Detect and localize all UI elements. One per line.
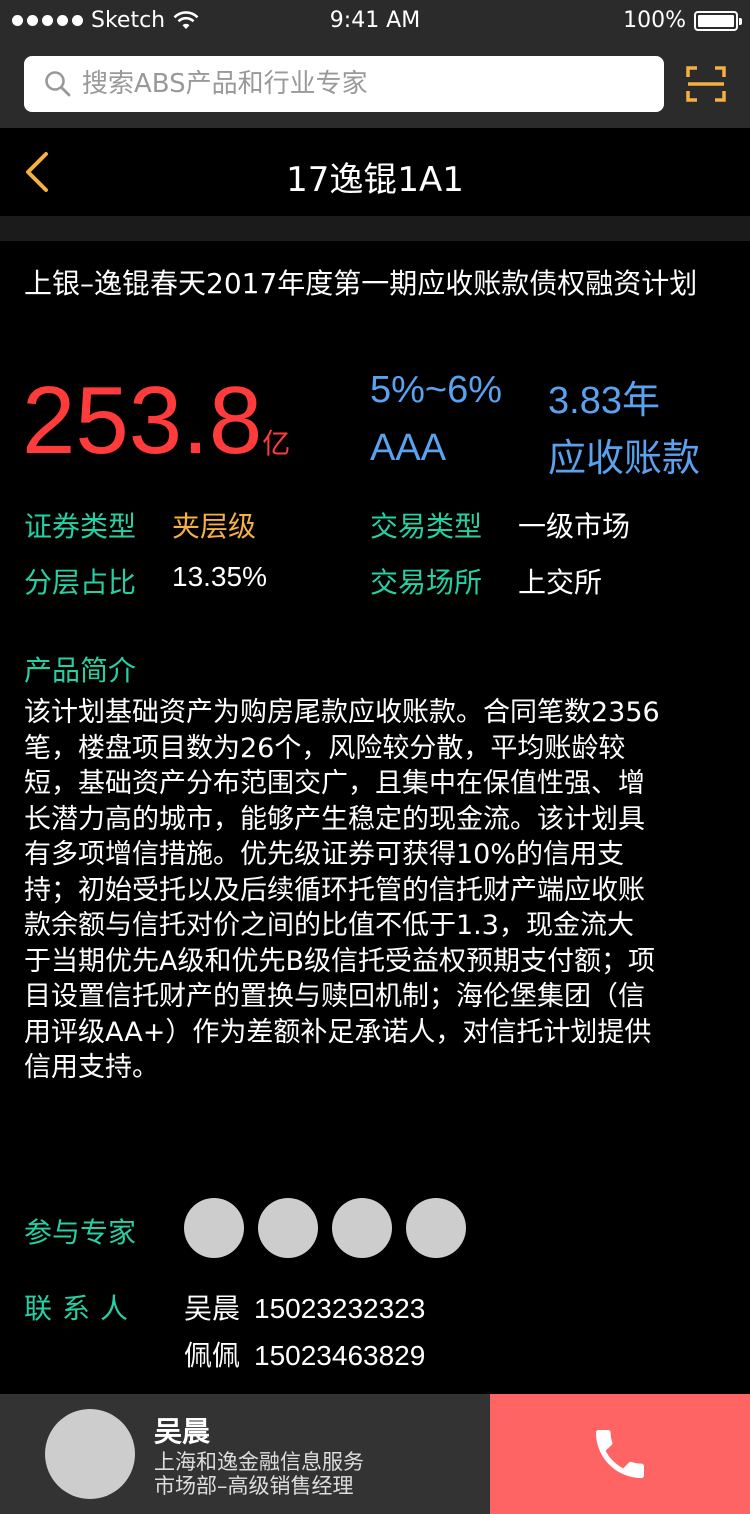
footer-contact-name: 吴晨 xyxy=(154,1415,211,1448)
battery-icon xyxy=(694,10,742,31)
intro-line: 用评级AA+）作为差额补足承诺人，对信托计划提供 xyxy=(24,1016,652,1048)
contacts-label: 联系人 xyxy=(24,1292,139,1325)
yield-range: 5%~6% xyxy=(370,369,503,411)
tranche-ratio-value: 13.35% xyxy=(172,561,267,592)
venue-value: 上交所 xyxy=(518,566,603,599)
expert-avatar[interactable] xyxy=(332,1198,392,1258)
call-button[interactable] xyxy=(490,1394,750,1514)
venue-label: 交易场所 xyxy=(370,566,483,599)
product-detail: 上银–逸锟春天2017年度第一期应收账款债权融资计划 253.8亿 5%~6% … xyxy=(0,241,750,1394)
issue-amount-unit: 亿 xyxy=(262,428,291,459)
status-bar: Sketch 9:41 AM 100% xyxy=(0,0,750,40)
experts-label: 参与专家 xyxy=(24,1216,137,1249)
expert-avatar[interactable] xyxy=(184,1198,244,1258)
status-bar-right: 100% xyxy=(623,8,742,33)
search-icon xyxy=(45,71,71,97)
search-box[interactable] xyxy=(24,56,664,112)
contact-item[interactable]: 吴晨 15023232323 xyxy=(184,1287,425,1327)
search-header xyxy=(0,40,750,128)
contact-phone[interactable]: 15023463829 xyxy=(254,1340,425,1371)
intro-line: 持；初始受托以及后续循环托管的信托财产端应收账 xyxy=(24,874,645,906)
battery-percent: 100% xyxy=(623,8,686,33)
intro-line: 笔，楼盘项目数为26个，风险较分散，平均账龄较 xyxy=(24,732,626,764)
trade-type-label: 交易类型 xyxy=(370,510,483,543)
section-divider xyxy=(0,216,750,241)
intro-line: 该计划基础资产为购房尾款应收账款。合同笔数2356 xyxy=(24,697,660,728)
expert-avatars xyxy=(184,1198,466,1258)
intro-text: 该计划基础资产为购房尾款应收账款。合同笔数2356 笔，楼盘项目数为26个，风险… xyxy=(24,695,730,1086)
expert-avatar[interactable] xyxy=(258,1198,318,1258)
issue-amount-value: 253.8 xyxy=(22,367,263,474)
intro-line: 短，基础资产分布范围交广，且集中在保值性强、增 xyxy=(24,768,645,799)
product-full-title: 上银–逸锟春天2017年度第一期应收账款债权融资计划 xyxy=(24,267,698,300)
contact-phone[interactable]: 15023232323 xyxy=(254,1293,425,1324)
expert-avatar[interactable] xyxy=(406,1198,466,1258)
intro-line: 有多项增信措施。优先级证券可获得10%的信用支 xyxy=(24,839,625,870)
contact-name: 佩佩 xyxy=(184,1339,241,1372)
asset-type: 应收账款 xyxy=(548,438,701,480)
avatar[interactable] xyxy=(45,1409,135,1499)
security-type-label: 证券类型 xyxy=(24,510,137,543)
intro-line: 目设置信托财产的置换与赎回机制；海伦堡集团（信 xyxy=(24,981,645,1012)
contact-name: 吴晨 xyxy=(184,1292,241,1325)
page-title: 17逸锟1A1 xyxy=(286,160,464,200)
contact-item[interactable]: 佩佩 15023463829 xyxy=(184,1334,425,1374)
intro-line: 于当期优先A级和优先B级信托受益权预期支付额；项 xyxy=(24,945,655,977)
trade-type-value: 一级市场 xyxy=(518,510,631,543)
intro-line: 信用支持。 xyxy=(24,1052,159,1083)
tranche-ratio-label: 分层占比 xyxy=(24,566,137,599)
issue-amount: 253.8亿 xyxy=(22,369,290,473)
scan-icon[interactable] xyxy=(686,66,726,102)
intro-line: 款余额与信托对价之间的比值不低于1.3，现金流大 xyxy=(24,910,634,941)
search-input[interactable] xyxy=(82,69,642,99)
intro-heading: 产品简介 xyxy=(24,654,137,687)
footer-job-title: 市场部–高级销售经理 xyxy=(154,1474,354,1498)
credit-rating: AAA xyxy=(370,427,447,469)
security-type-value: 夹层级 xyxy=(172,510,257,543)
phone-icon xyxy=(596,1430,644,1478)
intro-line: 长潜力高的城市，能够产生稳定的现金流。该计划具 xyxy=(24,803,645,835)
contact-footer: 吴晨 上海和逸金融信息服务 市场部–高级销售经理 xyxy=(0,1394,750,1514)
nav-bar: 17逸锟1A1 xyxy=(0,128,750,216)
term: 3.83年 xyxy=(548,380,660,422)
